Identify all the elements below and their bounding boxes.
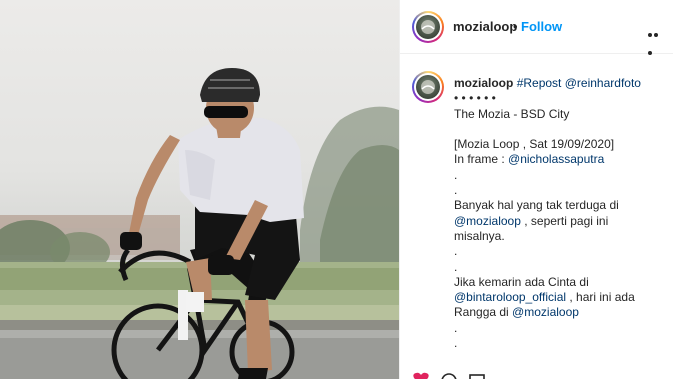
username[interactable]: mozialoop: [453, 19, 517, 34]
profile-logo-icon: [421, 20, 435, 34]
mention-link[interactable]: @mozialoop: [454, 214, 521, 228]
post-photo[interactable]: [0, 0, 399, 379]
caption-line: • • • • • •: [454, 91, 664, 106]
caption-text-fragment: , seperti pagi ini: [520, 213, 609, 228]
caption-text-fragment: • • • • • •: [454, 91, 496, 106]
more-options-icon[interactable]: [648, 24, 664, 55]
caption-username[interactable]: mozialoop: [454, 76, 513, 90]
action-bar: [412, 372, 486, 379]
caption-text-fragment: .: [454, 167, 458, 182]
caption-avatar[interactable]: [412, 71, 444, 103]
caption-line: The Mozia - BSD City: [454, 107, 664, 122]
post-sidebar: mozialoop • Follow mozialoop #Repost @re…: [399, 0, 673, 379]
caption-text-fragment: Jika kemarin ada Cinta di: [454, 274, 589, 289]
separator: •: [513, 19, 518, 34]
caption-text-fragment: misalnya.: [454, 228, 505, 243]
caption-text-fragment: .: [454, 259, 458, 274]
caption-text-fragment: Rangga di: [454, 305, 513, 320]
caption-line: [Mozia Loop , Sat 19/09/2020]: [454, 137, 664, 152]
caption-line: Banyak hal yang tak terduga di: [454, 198, 664, 213]
mention-link[interactable]: @reinhardfoto: [565, 76, 641, 90]
heart-icon[interactable]: [412, 372, 430, 379]
caption-line: mozialoop #Repost @reinhardfoto: [454, 76, 664, 91]
caption-text-fragment: The Mozia - BSD City: [454, 106, 570, 121]
caption-text: mozialoop #Repost @reinhardfoto • • • • •…: [454, 76, 664, 351]
follow-button[interactable]: Follow: [521, 19, 562, 34]
caption-line: Rangga di @mozialoop: [454, 305, 664, 320]
caption-text-fragment: In frame :: [454, 152, 509, 167]
caption-line: .: [454, 183, 664, 198]
avatar[interactable]: [412, 11, 444, 43]
comment-icon[interactable]: [440, 372, 458, 379]
caption-text-fragment: Banyak hal yang tak terduga di: [454, 198, 619, 213]
caption-area: mozialoop #Repost @reinhardfoto • • • • •…: [400, 55, 673, 379]
post-header: mozialoop • Follow: [400, 0, 673, 55]
caption-text-fragment: .: [454, 183, 458, 198]
hashtag-link[interactable]: #Repost: [517, 76, 562, 90]
profile-logo-icon: [421, 80, 435, 94]
cyclist-photo: [0, 68, 399, 379]
caption-line: @mozialoop , seperti pagi ini: [454, 214, 664, 229]
caption-line: Jika kemarin ada Cinta di: [454, 275, 664, 290]
caption-line: .: [454, 260, 664, 275]
share-icon[interactable]: [468, 372, 486, 379]
mention-link[interactable]: @mozialoop: [512, 305, 579, 319]
caption-line: .: [454, 244, 664, 259]
caption-text-fragment: .: [454, 336, 458, 351]
caption-line: In frame : @nicholassaputra: [454, 152, 664, 167]
mention-link[interactable]: @bintaroloop_official: [454, 290, 566, 304]
caption-line: [454, 122, 664, 137]
caption-text-fragment: .: [454, 320, 458, 335]
caption-text-fragment: [Mozia Loop , Sat 19/09/2020]: [454, 137, 615, 152]
caption-line: .: [454, 336, 664, 351]
caption-line: .: [454, 168, 664, 183]
caption-text-fragment: .: [454, 244, 458, 259]
mention-link[interactable]: @nicholassaputra: [508, 152, 604, 166]
caption-line: misalnya.: [454, 229, 664, 244]
caption-text-fragment: , hari ini ada: [566, 290, 635, 305]
caption-line: .: [454, 321, 664, 336]
caption-line: @bintaroloop_official , hari ini ada: [454, 290, 664, 305]
